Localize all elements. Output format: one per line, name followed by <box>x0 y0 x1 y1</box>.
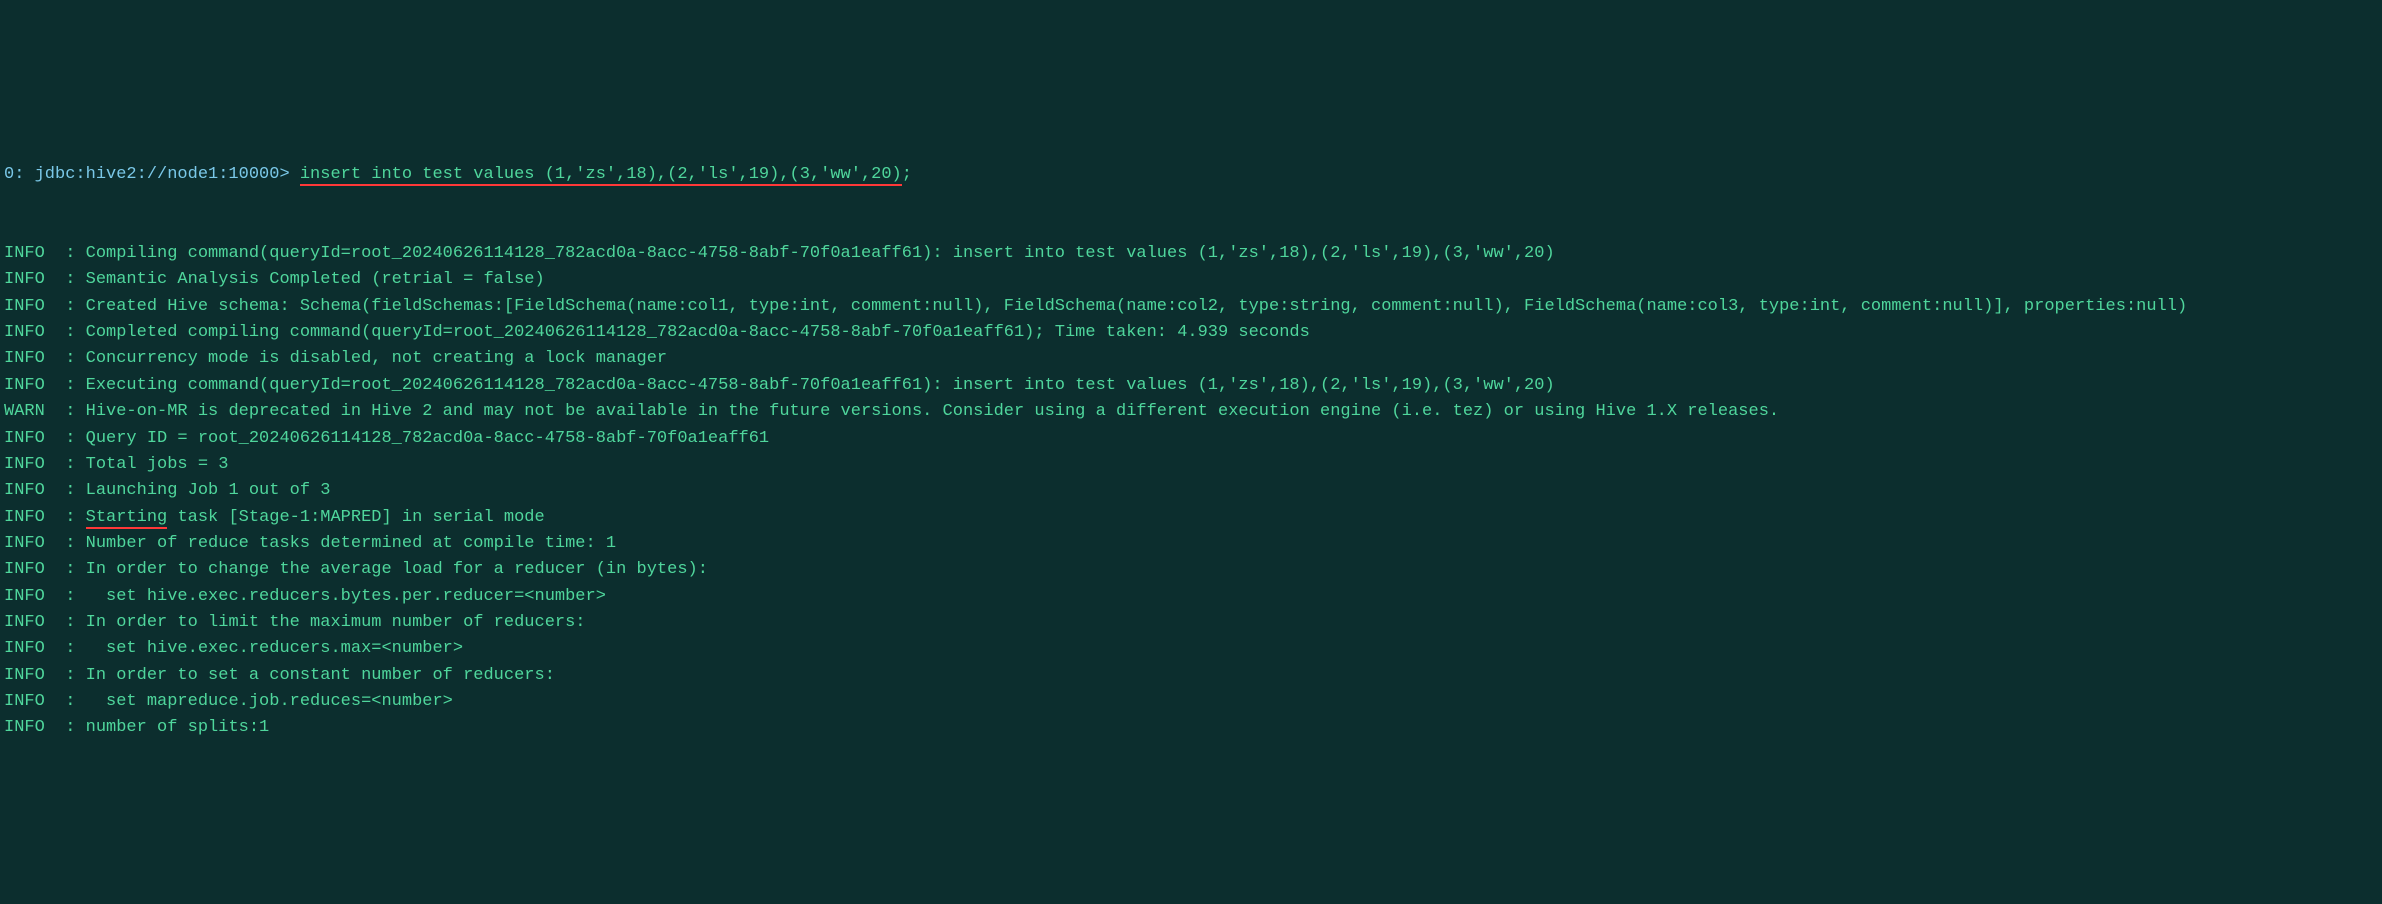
log-line: INFO : In order to change the average lo… <box>4 557 2378 583</box>
log-label: INFO <box>4 692 45 711</box>
log-line: INFO : Created Hive schema: Schema(field… <box>4 294 2378 320</box>
log-line: INFO : In order to limit the maximum num… <box>4 610 2378 636</box>
log-text: : Total jobs = 3 <box>45 455 229 474</box>
log-label: INFO <box>4 718 45 737</box>
command-text-underlined: insert into test values (1,'zs',18),(2,'… <box>300 165 902 184</box>
log-label: INFO <box>4 639 45 658</box>
log-label: INFO <box>4 534 45 553</box>
log-label: INFO <box>4 270 45 289</box>
log-line: INFO : number of splits:1 <box>4 715 2378 741</box>
log-text: : <box>45 508 86 527</box>
log-label: INFO <box>4 666 45 685</box>
log-text: : number of splits:1 <box>45 718 269 737</box>
log-line: INFO : set hive.exec.reducers.bytes.per.… <box>4 584 2378 610</box>
log-line: INFO : Compiling command(queryId=root_20… <box>4 241 2378 267</box>
log-label: WARN <box>4 402 45 421</box>
log-label: INFO <box>4 323 45 342</box>
log-text: : Semantic Analysis Completed (retrial =… <box>45 270 545 289</box>
log-text: : Number of reduce tasks determined at c… <box>45 534 616 553</box>
log-label: INFO <box>4 587 45 606</box>
log-text: : In order to change the average load fo… <box>45 560 708 579</box>
log-text: : Compiling command(queryId=root_2024062… <box>45 244 1555 263</box>
log-label: INFO <box>4 376 45 395</box>
log-text: : set mapreduce.job.reduces=<number> <box>45 692 453 711</box>
log-label: INFO <box>4 613 45 632</box>
log-text: : Query ID = root_20240626114128_782acd0… <box>45 429 769 448</box>
log-label: INFO <box>4 429 45 448</box>
log-line: WARN : Hive-on-MR is deprecated in Hive … <box>4 399 2378 425</box>
log-line: INFO : Launching Job 1 out of 3 <box>4 478 2378 504</box>
command-line: 0: jdbc:hive2://node1:10000> insert into… <box>4 162 2378 188</box>
log-text: : Launching Job 1 out of 3 <box>45 481 331 500</box>
log-line: INFO : set hive.exec.reducers.max=<numbe… <box>4 636 2378 662</box>
log-line: INFO : Total jobs = 3 <box>4 452 2378 478</box>
log-line: INFO : Semantic Analysis Completed (retr… <box>4 267 2378 293</box>
log-line: INFO : Completed compiling command(query… <box>4 320 2378 346</box>
log-label: INFO <box>4 297 45 316</box>
log-text: : set hive.exec.reducers.bytes.per.reduc… <box>45 587 606 606</box>
log-line: INFO : Number of reduce tasks determined… <box>4 531 2378 557</box>
log-text: : Hive-on-MR is deprecated in Hive 2 and… <box>45 402 1779 421</box>
log-line: INFO : Query ID = root_20240626114128_78… <box>4 426 2378 452</box>
log-text-underlined: Starting <box>86 508 168 527</box>
log-output: INFO : Compiling command(queryId=root_20… <box>4 241 2378 742</box>
log-label: INFO <box>4 244 45 263</box>
log-text: : Concurrency mode is disabled, not crea… <box>45 349 667 368</box>
log-line: INFO : Starting task [Stage-1:MAPRED] in… <box>4 505 2378 531</box>
log-line: INFO : Concurrency mode is disabled, not… <box>4 346 2378 372</box>
log-label: INFO <box>4 349 45 368</box>
log-label: INFO <box>4 560 45 579</box>
command-tail: ; <box>902 165 912 184</box>
log-line: INFO : set mapreduce.job.reduces=<number… <box>4 689 2378 715</box>
log-label: INFO <box>4 481 45 500</box>
terminal-output[interactable]: 0: jdbc:hive2://node1:10000> insert into… <box>0 107 2382 770</box>
log-label: INFO <box>4 508 45 527</box>
log-line: INFO : In order to set a constant number… <box>4 663 2378 689</box>
log-line: INFO : Executing command(queryId=root_20… <box>4 373 2378 399</box>
log-text: task [Stage-1:MAPRED] in serial mode <box>167 508 544 527</box>
log-text: : Executing command(queryId=root_2024062… <box>45 376 1555 395</box>
log-text: : Created Hive schema: Schema(fieldSchem… <box>45 297 2187 316</box>
log-text: : In order to set a constant number of r… <box>45 666 555 685</box>
log-text: : set hive.exec.reducers.max=<number> <box>45 639 463 658</box>
log-text: : Completed compiling command(queryId=ro… <box>45 323 1310 342</box>
log-text: : In order to limit the maximum number o… <box>45 613 586 632</box>
log-label: INFO <box>4 455 45 474</box>
prompt: 0: jdbc:hive2://node1:10000> <box>4 165 290 184</box>
